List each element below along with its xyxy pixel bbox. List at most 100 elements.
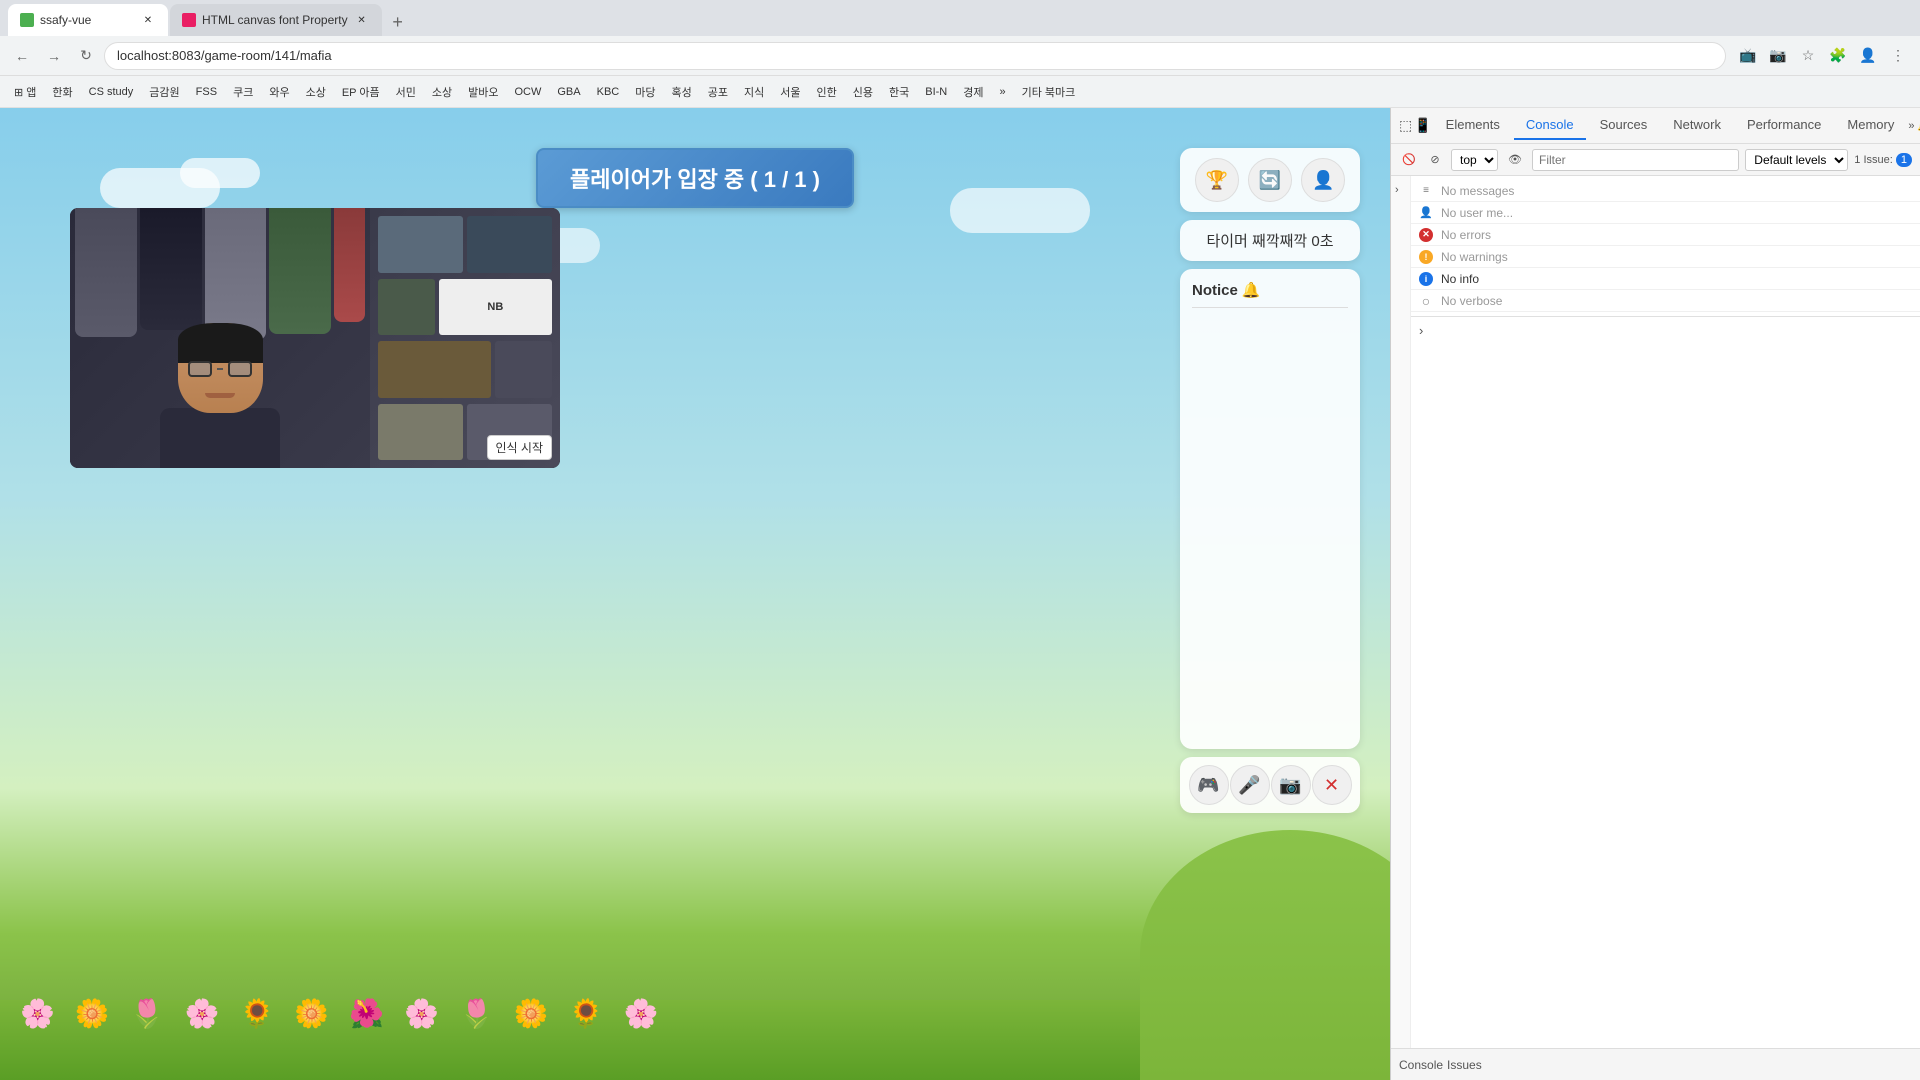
address-bar[interactable]: localhost:8083/game-room/141/mafia bbox=[104, 42, 1726, 70]
bookmark-cs-study[interactable]: CS study bbox=[83, 84, 140, 100]
console-text-errors: No errors bbox=[1441, 228, 1491, 242]
console-filter-button[interactable]: ⊘ bbox=[1425, 150, 1445, 170]
account-icon[interactable]: 👤 bbox=[1854, 42, 1882, 70]
devtools-device-button[interactable]: 📱 bbox=[1414, 116, 1431, 136]
notice-header: Notice 🔔 bbox=[1192, 281, 1348, 308]
bookmark-more[interactable]: » bbox=[993, 84, 1011, 100]
user-icon: 👤 bbox=[1419, 206, 1433, 220]
right-panel: 🏆 🔄 👤 타이머 째깍째깍 0초 Notice 🔔 bbox=[1180, 148, 1360, 813]
refresh-button[interactable]: ↻ bbox=[72, 42, 100, 70]
refresh-game-button[interactable]: 🔄 bbox=[1248, 158, 1292, 202]
nav-bar: ← → ↻ localhost:8083/game-room/141/mafia… bbox=[0, 36, 1920, 76]
devtools-panel: ⬚ 📱 Elements Console Sources Network Per… bbox=[1390, 108, 1920, 1080]
player-banner-text: 플레이어가 입장 중 ( 1 / 1 ) bbox=[570, 167, 820, 192]
bookmark-bin[interactable]: BI-N bbox=[919, 84, 953, 100]
bookmark-cooc[interactable]: 쿠크 bbox=[227, 82, 259, 102]
bookmark-madang[interactable]: 마당 bbox=[629, 82, 661, 102]
back-button[interactable]: ← bbox=[8, 42, 36, 70]
notice-card: Notice 🔔 bbox=[1180, 269, 1360, 749]
icons-card: 🏆 🔄 👤 bbox=[1180, 148, 1360, 212]
ctrl-video-button[interactable]: 📷 bbox=[1271, 765, 1311, 805]
devtools-inspect-button[interactable]: ⬚ bbox=[1399, 116, 1412, 136]
filter-input[interactable] bbox=[1532, 149, 1739, 171]
new-tab-button[interactable]: + bbox=[384, 8, 412, 36]
bottom-issues-tab[interactable]: Issues bbox=[1447, 1058, 1482, 1072]
console-text-user: No user me... bbox=[1441, 206, 1513, 220]
trophy-icon-button[interactable]: 🏆 bbox=[1195, 158, 1239, 202]
ctrl-close-button[interactable]: ✕ bbox=[1312, 765, 1352, 805]
bookmark-geumgamwon[interactable]: 금감원 bbox=[143, 82, 185, 102]
hill-decoration bbox=[1140, 830, 1390, 1080]
game-area: 플레이어가 입장 중 ( 1 / 1 ) 12asa4fa bbox=[0, 108, 1390, 1080]
console-item-user: 👤 No user me... bbox=[1411, 202, 1920, 224]
bookmark-hokseong[interactable]: 혹성 bbox=[665, 82, 697, 102]
bookmark-seoul[interactable]: 서울 bbox=[774, 82, 806, 102]
flower-10: 🌼 bbox=[514, 997, 549, 1030]
error-icon: ✕ bbox=[1419, 228, 1433, 242]
tab-performance[interactable]: Performance bbox=[1735, 111, 1833, 140]
menu-icon[interactable]: ⋮ bbox=[1884, 42, 1912, 70]
expand-arrow[interactable]: › bbox=[1391, 176, 1410, 204]
bookmark-sinyong[interactable]: 신용 bbox=[847, 82, 879, 102]
tab-ssafy-vue[interactable]: ssafy-vue ✕ bbox=[8, 4, 168, 36]
bookmark-gita[interactable]: 기타 북마크 bbox=[1016, 82, 1082, 102]
panel-icons: 🏆 🔄 👤 bbox=[1190, 158, 1350, 202]
bottom-controls: 🎮 🎤 📷 ✕ bbox=[1180, 757, 1360, 813]
bookmark-fss[interactable]: FSS bbox=[190, 84, 223, 100]
bookmark-semin[interactable]: 서민 bbox=[390, 82, 422, 102]
ctrl-person-button[interactable]: 🎮 bbox=[1189, 765, 1229, 805]
messages-icon: ≡ bbox=[1419, 184, 1433, 198]
main-area: 플레이어가 입장 중 ( 1 / 1 ) 12asa4fa bbox=[0, 108, 1920, 1080]
screenshot-icon[interactable]: 📷 bbox=[1764, 42, 1792, 70]
bottom-console-tab[interactable]: Console bbox=[1399, 1058, 1443, 1072]
forward-button[interactable]: → bbox=[40, 42, 68, 70]
bookmark-inhan[interactable]: 인한 bbox=[810, 82, 842, 102]
console-item-info: i No info bbox=[1411, 268, 1920, 290]
bookmark-apps[interactable]: ⊞ 앱 bbox=[8, 82, 42, 102]
bookmark-ep[interactable]: EP 아픔 bbox=[336, 82, 386, 102]
console-item-messages: ≡ No messages bbox=[1411, 180, 1920, 202]
devtools-more-tabs[interactable]: » bbox=[1908, 116, 1914, 136]
tab-memory[interactable]: Memory bbox=[1835, 111, 1906, 140]
tab-console[interactable]: Console bbox=[1514, 111, 1586, 140]
console-clear-button[interactable]: 🚫 bbox=[1399, 150, 1419, 170]
tab-sources[interactable]: Sources bbox=[1588, 111, 1660, 140]
tab-html-canvas[interactable]: HTML canvas font Property ✕ bbox=[170, 4, 382, 36]
tab-close-2[interactable]: ✕ bbox=[354, 12, 370, 28]
flower-5: 🌻 bbox=[240, 997, 275, 1030]
video-right: NB bbox=[370, 208, 560, 468]
bookmark-sosang2[interactable]: 소상 bbox=[426, 82, 458, 102]
devtools-issue-badge[interactable]: 🔔 1 bbox=[1916, 114, 1920, 138]
bookmark-hanhwa[interactable]: 한화 bbox=[46, 82, 78, 102]
bookmark-waou[interactable]: 와우 bbox=[263, 82, 295, 102]
context-select[interactable]: top bbox=[1451, 149, 1498, 171]
browser-window: ssafy-vue ✕ HTML canvas font Property ✕ … bbox=[0, 0, 1920, 1080]
bookmark-sosang[interactable]: 소상 bbox=[300, 82, 332, 102]
bookmark-hanguk[interactable]: 한국 bbox=[883, 82, 915, 102]
tab-close-1[interactable]: ✕ bbox=[140, 12, 156, 28]
bookmark-gongpo[interactable]: 공포 bbox=[702, 82, 734, 102]
bookmark-gba[interactable]: GBA bbox=[551, 84, 586, 100]
level-select[interactable]: Default levels bbox=[1745, 149, 1848, 171]
star-icon[interactable]: ☆ bbox=[1794, 42, 1822, 70]
person-icon-button[interactable]: 👤 bbox=[1301, 158, 1345, 202]
bookmark-jisik[interactable]: 지식 bbox=[738, 82, 770, 102]
console-input[interactable] bbox=[1427, 323, 1912, 338]
bookmark-kyongje[interactable]: 경제 bbox=[957, 82, 989, 102]
bookmark-balbao[interactable]: 발바오 bbox=[462, 82, 504, 102]
bookmark-kbc[interactable]: KBC bbox=[591, 84, 626, 100]
eye-button[interactable]: 👁 bbox=[1504, 149, 1526, 171]
extensions-icon[interactable]: 🧩 bbox=[1824, 42, 1852, 70]
cast-icon[interactable]: 📺 bbox=[1734, 42, 1762, 70]
devtools-console-output: ≡ No messages 👤 No user me... ✕ No error… bbox=[1411, 176, 1920, 1048]
tab-network[interactable]: Network bbox=[1661, 111, 1733, 140]
player-banner: 플레이어가 입장 중 ( 1 / 1 ) bbox=[536, 148, 854, 208]
bookmark-ocw[interactable]: OCW bbox=[508, 84, 547, 100]
flower-6: 🌼 bbox=[294, 997, 329, 1030]
ctrl-mic-button[interactable]: 🎤 bbox=[1230, 765, 1270, 805]
video-container: 12asa4fa bbox=[70, 208, 560, 468]
recognition-button[interactable]: 인식 시작 bbox=[487, 435, 553, 460]
address-text: localhost:8083/game-room/141/mafia bbox=[117, 48, 332, 63]
tab-elements[interactable]: Elements bbox=[1434, 111, 1512, 140]
devtools-toolbar: ⬚ 📱 Elements Console Sources Network Per… bbox=[1391, 108, 1920, 144]
